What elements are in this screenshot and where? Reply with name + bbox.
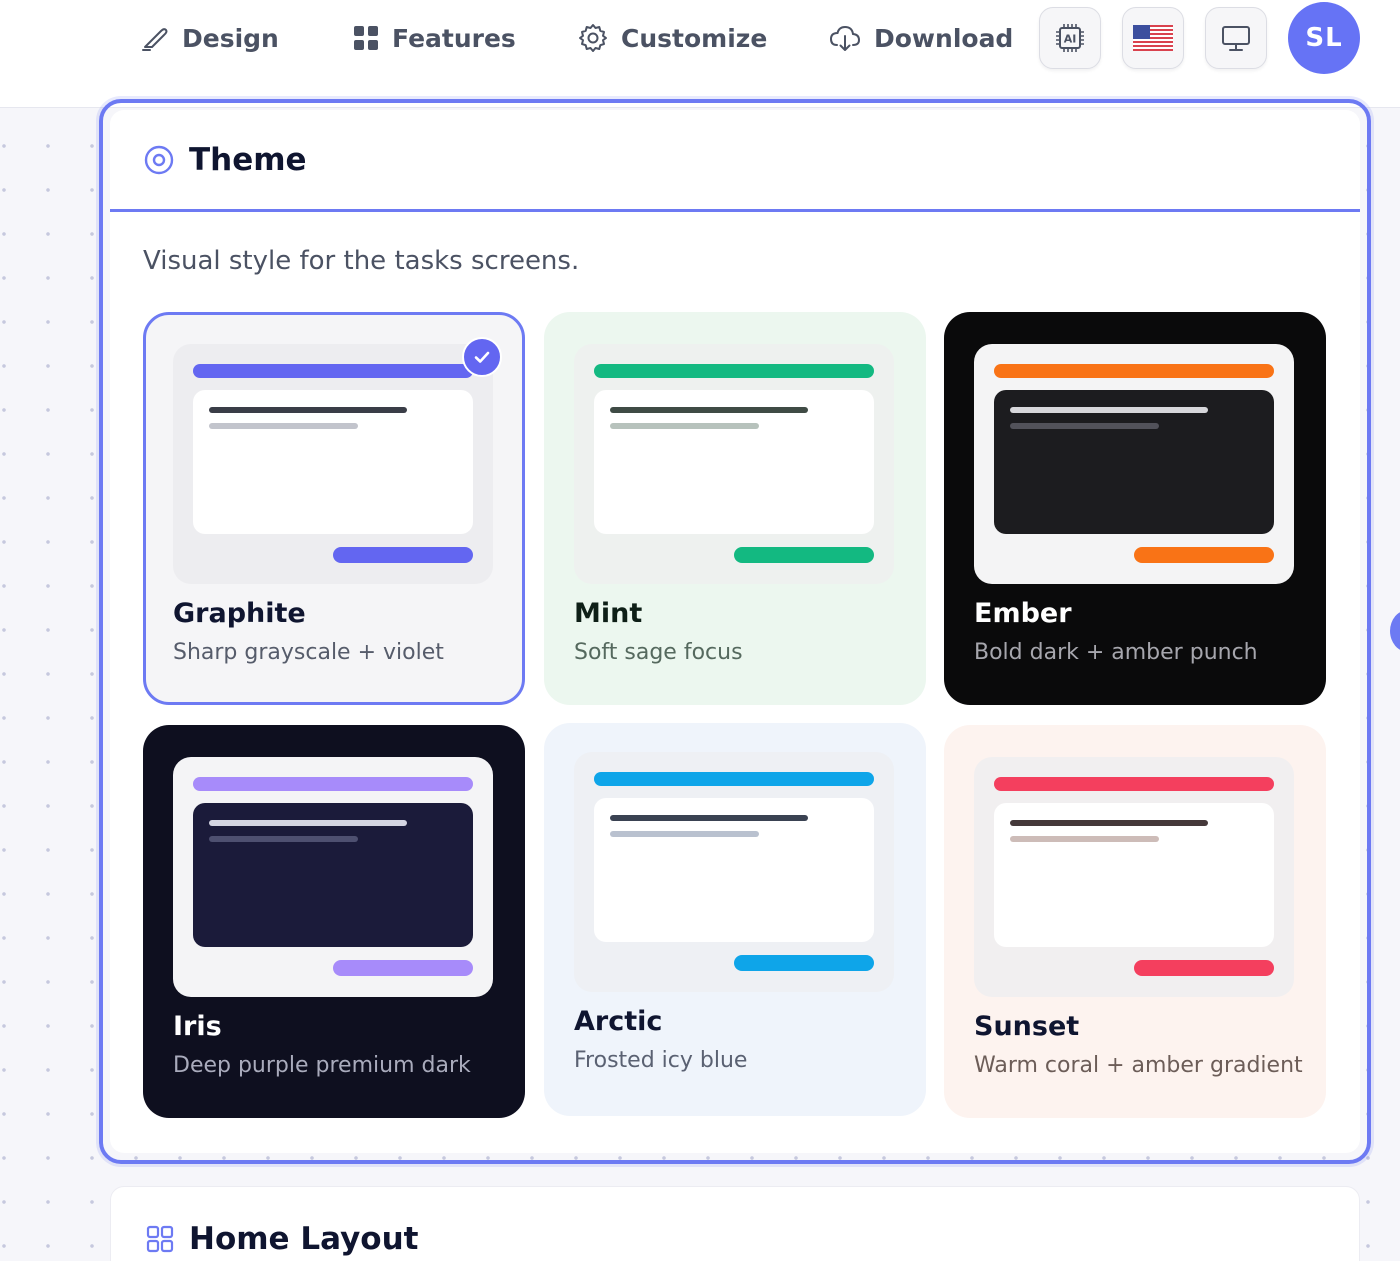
preview-text-line xyxy=(610,423,759,429)
theme-card-graphite[interactable]: Graphite Sharp grayscale + violet xyxy=(143,312,525,705)
theme-panel-title: Theme xyxy=(189,141,307,178)
preview-text-line xyxy=(610,407,808,413)
theme-description: Sharp grayscale + violet xyxy=(173,640,444,665)
preview-content xyxy=(994,390,1274,534)
theme-preview xyxy=(574,752,894,992)
theme-card-mint[interactable]: Mint Soft sage focus xyxy=(544,312,926,705)
theme-description: Frosted icy blue xyxy=(574,1048,748,1073)
preview-text-line xyxy=(1010,423,1159,429)
preview-text-line xyxy=(610,831,759,837)
theme-preview xyxy=(574,344,894,584)
us-flag-icon xyxy=(1133,25,1173,51)
nav-features-label: Features xyxy=(392,23,516,53)
theme-description: Deep purple premium dark xyxy=(173,1053,471,1078)
preview-text-line xyxy=(209,820,407,826)
monitor-icon xyxy=(1222,26,1250,51)
preview-text-line xyxy=(1010,820,1208,826)
home-layout-header: Home Layout xyxy=(111,1187,1359,1257)
preview-button-bar xyxy=(734,547,874,563)
preview-content xyxy=(594,798,874,942)
preview-text-line xyxy=(209,836,358,842)
theme-preview xyxy=(974,757,1294,997)
ai-chip-icon: AI xyxy=(1056,24,1084,52)
theme-preview xyxy=(173,757,493,997)
preview-content xyxy=(594,390,874,534)
preview-header-bar xyxy=(193,777,473,791)
theme-preview xyxy=(974,344,1294,584)
language-button[interactable] xyxy=(1122,7,1184,69)
preview-content xyxy=(193,803,473,947)
preview-content xyxy=(994,803,1274,947)
preview-header-bar xyxy=(994,777,1274,791)
theme-description: Soft sage focus xyxy=(574,640,743,665)
nav-customize-label: Customize xyxy=(621,23,768,53)
nav-design[interactable]: Design xyxy=(140,18,279,58)
theme-name: Mint xyxy=(574,598,643,629)
nav-download-label: Download xyxy=(874,23,1014,53)
nav-design-label: Design xyxy=(182,23,279,53)
theme-card-iris[interactable]: Iris Deep purple premium dark xyxy=(143,725,525,1118)
preview-button-bar xyxy=(734,955,874,971)
ai-button[interactable]: AI xyxy=(1039,7,1101,69)
nav-download[interactable]: Download xyxy=(828,18,1013,58)
preview-button-bar xyxy=(1134,960,1274,976)
preview-text-line xyxy=(209,423,358,429)
grid-icon xyxy=(354,26,378,50)
theme-card-sunset[interactable]: Sunset Warm coral + amber gradient xyxy=(944,725,1326,1118)
preview-button-bar xyxy=(333,960,473,976)
theme-preview xyxy=(173,344,493,584)
theme-name: Sunset xyxy=(974,1011,1080,1042)
theme-card-arctic[interactable]: Arctic Frosted icy blue xyxy=(544,723,926,1116)
preview-header-bar xyxy=(193,364,473,378)
user-avatar[interactable]: SL xyxy=(1288,2,1360,74)
home-layout-title: Home Layout xyxy=(189,1221,419,1257)
theme-name: Arctic xyxy=(574,1006,663,1037)
selected-check-icon xyxy=(462,337,502,377)
preview-header-bar xyxy=(594,364,874,378)
top-navigation-bar: Design Features Customize Download AI SL xyxy=(0,0,1400,108)
theme-panel: Theme Visual style for the tasks screens… xyxy=(110,110,1360,1153)
preview-button-bar xyxy=(333,547,473,563)
nav-customize[interactable]: Customize xyxy=(577,18,767,58)
theme-panel-header: Theme xyxy=(110,110,1360,212)
preview-header-bar xyxy=(994,364,1274,378)
theme-description: Warm coral + amber gradient xyxy=(974,1053,1303,1078)
ai-chip-label: AI xyxy=(1064,33,1077,46)
pen-icon xyxy=(142,28,168,51)
target-icon xyxy=(144,145,174,174)
cloud-download-icon xyxy=(829,25,861,51)
theme-card-ember[interactable]: Ember Bold dark + amber punch xyxy=(944,312,1326,705)
preview-text-line xyxy=(209,407,407,413)
nav-features[interactable]: Features xyxy=(352,18,516,58)
theme-panel-description: Visual style for the tasks screens. xyxy=(143,246,580,276)
preview-text-line xyxy=(1010,407,1208,413)
preview-text-line xyxy=(1010,836,1159,842)
home-layout-panel: Home Layout xyxy=(110,1186,1360,1261)
preview-text-line xyxy=(610,815,808,821)
gear-icon xyxy=(579,24,607,52)
theme-name: Graphite xyxy=(173,598,306,629)
layout-grid-icon xyxy=(146,1225,174,1253)
theme-name: Iris xyxy=(173,1011,222,1042)
preview-content xyxy=(193,390,473,534)
scroll-indicator-dot[interactable] xyxy=(1390,610,1400,652)
preview-header-bar xyxy=(594,772,874,786)
theme-description: Bold dark + amber punch xyxy=(974,640,1258,665)
display-mode-button[interactable] xyxy=(1205,7,1267,69)
preview-button-bar xyxy=(1134,547,1274,563)
theme-name: Ember xyxy=(974,598,1072,629)
